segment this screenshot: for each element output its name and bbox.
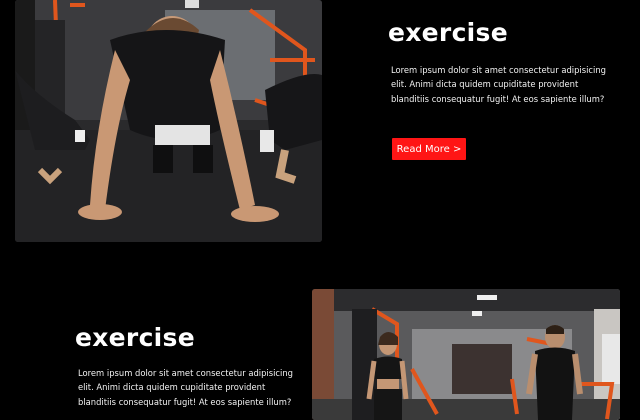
section1-body-text: Lorem ipsum dolor sit amet consectetur a…: [391, 65, 606, 104]
section2-body-text: Lorem ipsum dolor sit amet consectetur a…: [78, 368, 293, 407]
read-more-button[interactable]: Read More >: [392, 138, 466, 160]
exercise-photo-gym-couple: [312, 289, 620, 420]
section1-title: exercise: [388, 18, 508, 47]
exercise-photo-pushups: [15, 0, 322, 242]
section2-title: exercise: [75, 323, 195, 352]
